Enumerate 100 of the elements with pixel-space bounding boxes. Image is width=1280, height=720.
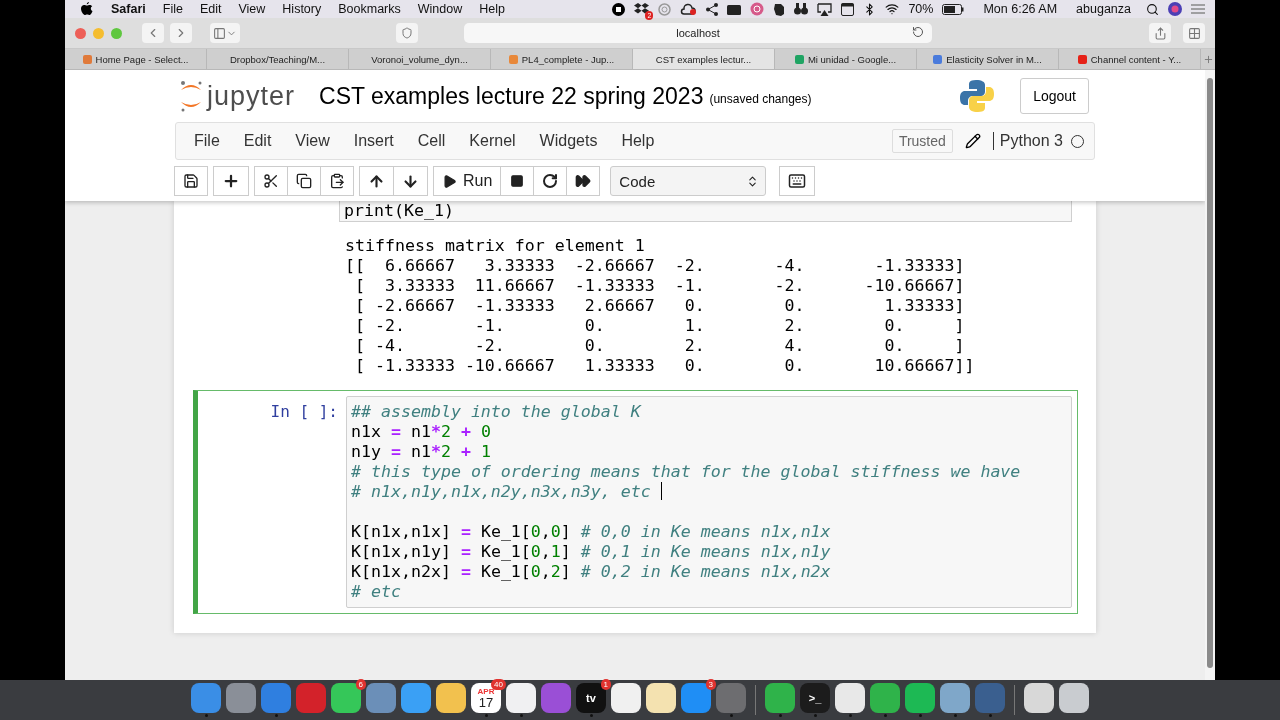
menu-item[interactable]: Window [417, 2, 463, 16]
code-line: # etc [351, 582, 401, 601]
stop-icon [510, 174, 525, 188]
restart-button[interactable] [533, 166, 568, 196]
notification-badge: 1 [600, 679, 611, 690]
cloud-icon[interactable] [680, 3, 697, 15]
run-all-button[interactable] [566, 166, 601, 196]
dock-app-icon[interactable] [506, 683, 536, 713]
clock[interactable]: Mon 6:26 AM [983, 2, 1058, 16]
scrollbar-thumb[interactable] [1207, 78, 1213, 668]
menu-item[interactable]: History [282, 2, 322, 16]
dock-app-icon[interactable] [835, 683, 865, 713]
user-name[interactable]: abuganza [1076, 2, 1131, 16]
restart-icon [542, 173, 559, 189]
dock-app-icon[interactable] [646, 683, 676, 713]
calendar-day: 17 [478, 695, 494, 710]
dock-app-icon[interactable] [765, 683, 795, 713]
cell-type-select[interactable]: Code [610, 166, 767, 196]
stop-icon[interactable] [612, 2, 626, 16]
paste-button[interactable] [320, 166, 354, 196]
shield-icon [401, 27, 413, 39]
battery-icon[interactable] [942, 3, 965, 15]
notification-badge: 3 [705, 679, 716, 690]
move-up-button[interactable] [359, 166, 394, 196]
dock-app-icon[interactable] [436, 683, 466, 713]
menu-item[interactable]: Help [479, 2, 505, 16]
ring-icon[interactable] [750, 2, 765, 16]
address-bar[interactable]: localhost [464, 23, 932, 43]
edit-mode-icon [964, 133, 981, 149]
scissors-icon [263, 173, 279, 189]
output-line: [ -2.66667 -1.33333 2.66667 0. 0. 1.33333] [354, 296, 966, 316]
dock-app-icon[interactable] [331, 683, 361, 713]
grid-icon [1187, 26, 1201, 40]
logout-button[interactable]: Logout [1020, 78, 1089, 114]
plus-icon [222, 172, 240, 190]
dock-app-icon[interactable] [870, 683, 900, 713]
app-icon-label: tv [586, 692, 596, 704]
share-icon [1153, 26, 1167, 40]
dock-app-icon[interactable]: >_ [800, 683, 830, 713]
search-icon[interactable] [1146, 2, 1159, 16]
dock-app-icon[interactable] [611, 683, 641, 713]
stop-button[interactable] [500, 166, 535, 196]
notebook-menu-item[interactable]: View [283, 132, 342, 150]
sidebar-button[interactable] [210, 23, 240, 43]
menu-item[interactable]: Edit [199, 2, 222, 16]
wifi-icon[interactable] [885, 2, 900, 16]
fast-forward-icon [575, 173, 592, 189]
code-editor[interactable] [346, 396, 1072, 608]
run-button[interactable]: Run [433, 166, 502, 196]
python-logo-icon [960, 79, 995, 113]
arrow-up-icon [368, 172, 385, 190]
notebook-menu-item[interactable]: Widgets [527, 132, 610, 150]
apple-icon[interactable] [81, 2, 93, 16]
dock-app-icon[interactable] [940, 683, 970, 713]
dock-app-icon[interactable] [905, 683, 935, 713]
copy-button[interactable] [287, 166, 321, 196]
dock-app-icon[interactable] [1059, 683, 1089, 713]
notebook-menu-item[interactable]: Edit [231, 132, 284, 150]
move-down-button[interactable] [393, 166, 428, 196]
siri-icon[interactable] [1168, 2, 1182, 16]
jupyter-logo-text: jupyter [207, 80, 296, 112]
app-menu[interactable]: Safari [111, 2, 146, 16]
tab-overview-button[interactable] [1183, 23, 1205, 43]
trusted-indicator[interactable]: Trusted [891, 129, 953, 153]
code-line: K[n1x,n2x] = Ke_1[0,2] # 0,2 in Ke means n1x,n2x [351, 562, 831, 581]
cell-prompt: In [ ]: [270, 401, 338, 423]
dock-app-icon[interactable] [1024, 683, 1054, 713]
code-line: n1y = n1*2 + 1 [351, 442, 491, 461]
jupyter-logo-icon [179, 78, 203, 114]
output-line: [ -2. -1. 0. 1. 2. 0. ] [354, 316, 966, 336]
notebook-menu-item[interactable]: Insert [341, 132, 406, 150]
app-icon-label: >_ [808, 692, 822, 704]
output-line: [ -1.33333 -10.66667 1.33333 0. 0. 10.66667]] [354, 356, 976, 376]
keyboard-button[interactable] [779, 166, 816, 196]
notebook-menu-item[interactable]: Kernel [457, 132, 528, 150]
menu-item[interactable]: View [238, 2, 266, 16]
notebook-menu-item[interactable]: File [182, 132, 232, 150]
notebook-menu-item[interactable]: Cell [405, 132, 458, 150]
notebook-title[interactable]: CST examples lecture 22 spring 2023 [319, 82, 704, 110]
privacy-button[interactable] [396, 23, 418, 43]
output-line: stiffness matrix for element 1 [345, 236, 646, 256]
network-icon[interactable] [705, 2, 719, 16]
cut-button[interactable] [254, 166, 288, 196]
kernel-name[interactable]: Python 3 [992, 132, 1063, 150]
airplay-icon[interactable] [817, 2, 833, 16]
new-tab-icon[interactable] [1202, 53, 1214, 65]
insert-cell-button[interactable] [213, 166, 249, 196]
share-button[interactable] [1149, 23, 1171, 43]
dock-app-icon[interactable] [401, 683, 431, 713]
save-button[interactable] [174, 166, 208, 196]
binoculars-icon[interactable] [794, 3, 809, 15]
browser-tab[interactable]: CST examples lectur... [633, 49, 775, 69]
calendar-icon[interactable] [841, 2, 855, 16]
reload-icon[interactable] [912, 26, 924, 38]
notebook-menu-item[interactable]: Help [609, 132, 667, 150]
clipboard-icon [329, 173, 345, 189]
code-cell[interactable] [193, 390, 1078, 614]
menu-item[interactable]: File [162, 2, 183, 16]
save-status: (unsaved changes) [709, 92, 812, 106]
menu-item[interactable]: Bookmarks [338, 2, 401, 16]
